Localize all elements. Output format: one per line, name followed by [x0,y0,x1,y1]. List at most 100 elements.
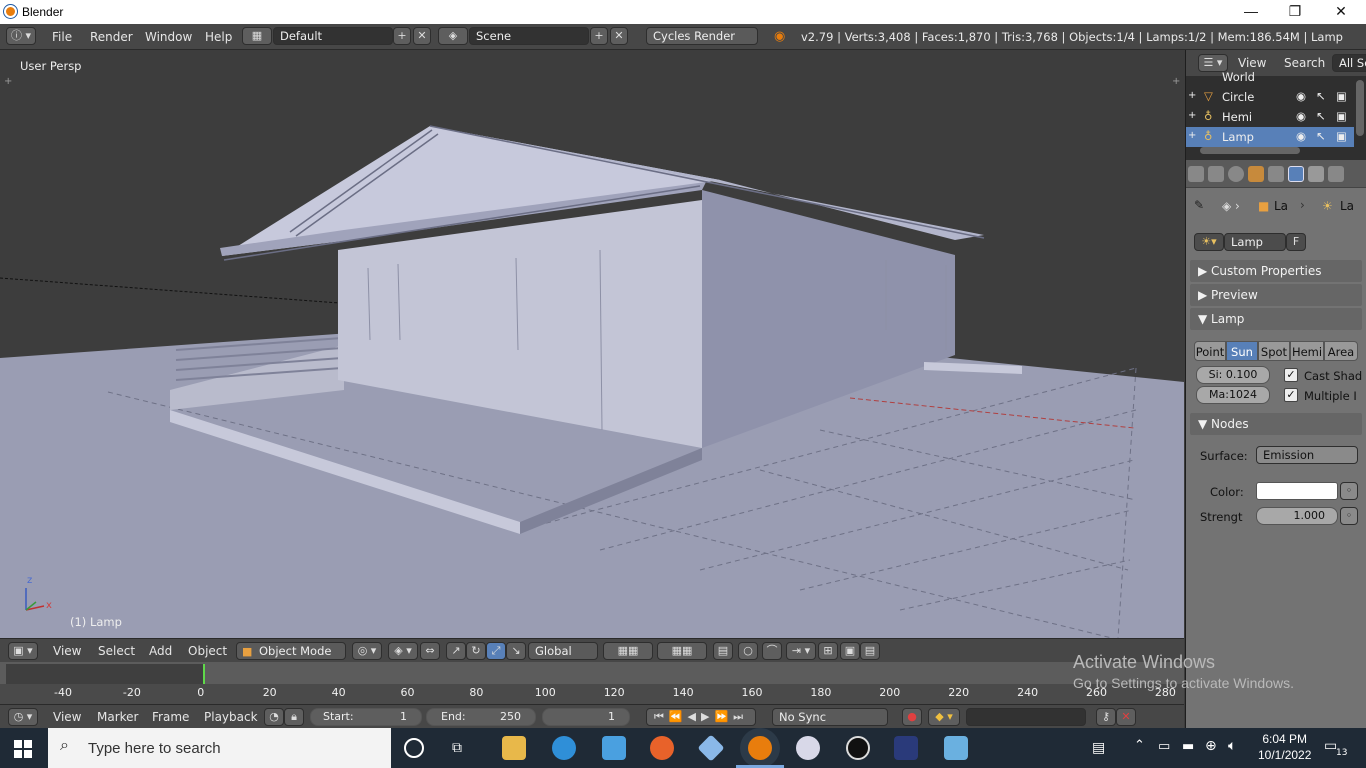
cast-shadow-checkbox[interactable]: ✓ [1284,368,1298,382]
outliner-scrollbar[interactable] [1356,80,1364,136]
viewport-shading-icon[interactable]: ◎ ▾ [352,642,382,660]
lock-layer-icon[interactable]: ▤ [713,642,733,660]
timeline[interactable]: -40 -20 0 20 40 60 80 100 120 140 160 180 200 220 240 2… [0,662,1184,704]
preview-range-icon[interactable]: ◔ [264,708,284,726]
keying-set-field[interactable] [966,708,1086,726]
menu-marker[interactable]: Marker [97,710,138,724]
firefox-icon[interactable] [650,736,674,760]
task-view-icon[interactable]: ⧉ [452,740,462,756]
tray-app-icon[interactable]: ▭ [1158,739,1170,754]
editor-type-3d-icon[interactable]: ▣ ▾ [8,642,38,660]
keyframe-delete-icon[interactable]: ✕ [1116,708,1136,726]
unreal-engine-icon[interactable] [846,736,870,760]
menu-playback[interactable]: Playback [204,710,258,724]
outliner-row-world[interactable]: World [1186,70,1354,84]
menu-select[interactable]: Select [98,644,135,658]
snap-target-icon[interactable]: ⊞ [818,642,838,660]
outliner-row-lamp[interactable]: + ♁ Lamp ◉ ↖ ▣ [1186,127,1354,147]
menu-window[interactable]: Window [145,30,192,44]
render-camera-icon[interactable]: ▣ [1336,89,1347,103]
keyframe-insert-icon[interactable]: ⚷ [1096,708,1116,726]
visibility-eye-icon[interactable]: ◉ [1296,109,1306,123]
lamp-type-point[interactable]: Point [1194,341,1226,361]
menu-frame[interactable]: Frame [152,710,189,724]
outliner-row-hemi[interactable]: + ♁ Hemi ◉ ↖ ▣ [1186,107,1354,127]
sync-select[interactable]: No Sync [772,708,888,726]
lamp-type-sun[interactable]: Sun [1226,341,1258,361]
render-camera-icon[interactable]: ▣ [1336,129,1347,143]
visibility-eye-icon[interactable]: ◉ [1296,129,1306,143]
app-icon-2[interactable] [697,734,725,762]
system-clock[interactable]: 6:04 PM 10/1/2022 [1258,731,1311,763]
select-arrow-icon[interactable]: ↖ [1316,129,1326,143]
scene-browse-icon[interactable]: ◈ [438,27,468,45]
panel-preview[interactable]: ▶ Preview [1190,284,1362,306]
render-engine-select[interactable]: Cycles Render [646,27,758,45]
expand-icon[interactable]: + [1188,130,1196,141]
cortana-icon[interactable] [404,738,424,758]
orientation-select[interactable]: Global [528,642,598,660]
manipulator-icon[interactable]: ⇔ [420,642,440,660]
rotate-icon[interactable]: ↻ [466,642,486,660]
file-explorer-icon[interactable] [502,736,526,760]
blender-taskbar-icon[interactable] [748,736,772,760]
lamp-datablock-field[interactable]: Lamp [1224,233,1286,251]
battery-icon[interactable]: ▬ [1182,739,1194,754]
lamp-type-spot[interactable]: Spot [1258,341,1290,361]
paint-icon[interactable] [944,736,968,760]
viewport-corner-plus-icon[interactable]: + [1172,76,1180,87]
render-anim-icon[interactable]: ▤ [860,642,880,660]
expand-icon[interactable]: + [1188,110,1196,121]
color-swatch[interactable] [1256,482,1338,500]
panel-nodes[interactable]: ▼ Nodes [1190,413,1362,435]
lamp-size-field[interactable]: Si: 0.100 [1196,366,1270,384]
start-windows-icon[interactable] [14,740,32,758]
layout-field[interactable]: Default [273,27,393,45]
record-icon[interactable]: ● [902,708,922,726]
lamp-max-bounces-field[interactable]: Ma:1024 [1196,386,1270,404]
snap-icon[interactable]: ⇥ ▾ [786,642,816,660]
render-still-icon[interactable]: ▣ [840,642,860,660]
scene-tab-icon[interactable] [1228,166,1244,182]
layout-add-icon[interactable]: + [393,27,411,45]
strength-field[interactable]: 1.000 [1256,507,1338,525]
layout-browse-icon[interactable]: ▦ [242,27,272,45]
layers-tab-icon[interactable] [1208,166,1224,182]
pin-icon[interactable]: ✎ [1194,198,1204,212]
render-camera-icon[interactable]: ▣ [1336,109,1347,123]
dolphin-app-icon[interactable] [552,736,576,760]
lamp-type-area[interactable]: Area [1324,341,1358,361]
lamp-data-tab-icon[interactable] [1288,166,1304,182]
proportional-edit-icon[interactable]: ○ [738,642,758,660]
pivot-point-icon[interactable]: ◈ ▾ [388,642,418,660]
translate-icon[interactable]: ↗ [446,642,466,660]
menu-help[interactable]: Help [205,30,232,44]
menu-render[interactable]: Render [90,30,133,44]
layers-icon[interactable]: ▦▦ [603,642,653,660]
close-button[interactable]: ✕ [1318,0,1364,24]
surface-shader-select[interactable]: Emission [1256,446,1358,464]
transform-icon[interactable]: ↘ [506,642,526,660]
editor-type-timeline-icon[interactable]: ◷ ▾ [8,708,38,726]
scene-delete-icon[interactable]: ✕ [610,27,628,45]
panel-lamp[interactable]: ▼ Lamp [1190,308,1362,330]
panel-custom-properties[interactable]: ▶ Custom Properties [1190,260,1362,282]
outliner-hscrollbar[interactable] [1200,147,1300,154]
taskbar-search[interactable]: ⌕ Type here to search [48,728,391,768]
menu-view[interactable]: View [53,644,81,658]
object-tab-icon[interactable] [1268,166,1284,182]
3d-viewport[interactable]: User Persp z x (1) Lamp + + [0,50,1184,638]
current-frame-field[interactable]: 1 [542,708,630,726]
strength-socket-icon[interactable]: ◦ [1340,507,1358,525]
layout-delete-icon[interactable]: ✕ [413,27,431,45]
breadcrumb-object[interactable]: La [1274,199,1288,213]
network-globe-icon[interactable]: ⊕ [1205,738,1217,754]
color-socket-icon[interactable]: ◦ [1340,482,1358,500]
select-arrow-icon[interactable]: ↖ [1316,89,1326,103]
fake-user-button[interactable]: F [1286,233,1306,251]
tray-chevron-icon[interactable]: ⌃ [1134,738,1145,753]
app-icon[interactable] [602,736,626,760]
tools-tab-icon[interactable] [1328,166,1344,182]
scene-field[interactable]: Scene [469,27,589,45]
volume-icon[interactable]: 🔈︎ [1228,738,1236,754]
